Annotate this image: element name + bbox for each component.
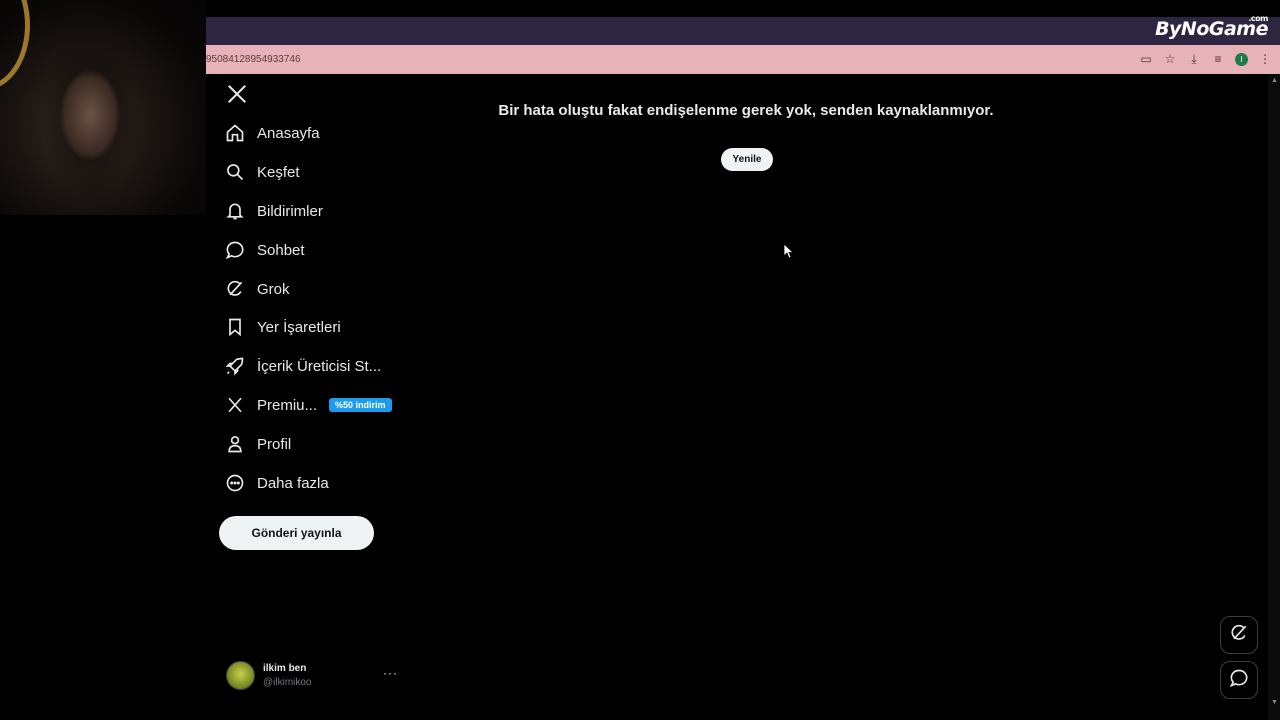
sidebar-item-label: Anasayfa [257, 124, 320, 142]
chat-bubble-icon [222, 237, 248, 263]
menu-kebab-icon[interactable]: ⋮ [1258, 51, 1272, 67]
rocket-icon [222, 353, 248, 379]
profile-icon[interactable]: I [1235, 52, 1248, 66]
sidebar-item-notifications[interactable]: Bildirimler [222, 192, 323, 230]
sidebar-item-label: İçerik Üreticisi St... [257, 357, 382, 375]
x-logo-icon [222, 392, 248, 418]
sidebar-item-label: Grok [257, 280, 290, 298]
sidebar-item-label: Keşfet [257, 163, 300, 181]
error-message: Bir hata oluştu fakat endişelenme gerek … [498, 102, 994, 119]
sidebar-item-label: Bildirimler [257, 202, 323, 220]
sidebar-item-home[interactable]: Anasayfa [222, 114, 320, 152]
chat-floating-button[interactable] [1220, 661, 1258, 699]
browser-address-bar[interactable]: 95084128954933746 ▭ ☆ ⤓ ≡ I ⋮ [206, 45, 1280, 74]
sidebar-item-more[interactable]: Daha fazla [222, 464, 329, 502]
media-control-icon[interactable]: ≡ [1211, 51, 1225, 67]
person-icon [222, 431, 248, 457]
scroll-down-icon[interactable]: ▼ [1271, 699, 1278, 706]
url-text[interactable]: 95084128954933746 [206, 54, 301, 65]
chat-bubble-icon [1229, 668, 1249, 693]
more-dots-icon[interactable]: ··· [383, 666, 398, 680]
download-icon[interactable]: ⤓ [1187, 51, 1201, 67]
install-app-icon[interactable]: ▭ [1139, 51, 1153, 67]
sidebar-item-explore[interactable]: Keşfet [222, 153, 300, 191]
star-icon[interactable]: ☆ [1163, 51, 1177, 67]
sidebar-item-label: Profil [257, 435, 292, 453]
sidebar: Anasayfa Keşfet Bildirimler Sohbet Grok … [214, 75, 484, 720]
search-icon [222, 159, 248, 185]
sidebar-item-premium[interactable]: Premiu... %50 indirim [222, 386, 392, 424]
sidebar-item-grok[interactable]: Grok [222, 270, 290, 308]
discount-badge: %50 indirim [329, 398, 392, 412]
sidebar-item-label: Yer İşaretleri [257, 318, 341, 336]
sidebar-item-profile[interactable]: Profil [222, 425, 291, 463]
scroll-up-icon[interactable]: ▲ [1271, 77, 1278, 84]
bell-icon [222, 198, 248, 224]
grok-floating-button[interactable] [1220, 616, 1258, 654]
sidebar-item-label: Sohbet [257, 241, 305, 259]
home-icon [222, 120, 248, 146]
sidebar-item-label: Daha fazla [257, 474, 329, 492]
mouse-cursor-icon [783, 243, 795, 264]
avatar [226, 660, 255, 690]
streamer-face [60, 70, 120, 160]
account-name: ilkim ben [263, 662, 307, 674]
post-button[interactable]: Gönderi yayınla [219, 516, 374, 550]
webcam-overlay [0, 0, 206, 215]
x-logo-icon[interactable] [226, 83, 248, 105]
sidebar-item-chat[interactable]: Sohbet [222, 231, 305, 269]
account-handle: @ilkimikoo [263, 676, 312, 688]
account-switcher[interactable]: ilkim ben @ilkimikoo ··· [226, 660, 397, 690]
sidebar-item-bookmarks[interactable]: Yer İşaretleri [222, 308, 341, 346]
browser-tab-strip [206, 17, 1280, 45]
page-scrollbar[interactable]: ▲ ▼ [1268, 75, 1280, 720]
more-circle-icon [222, 470, 248, 496]
sidebar-item-creator-studio[interactable]: İçerik Üreticisi St... [222, 347, 381, 385]
ring-light [0, 0, 30, 90]
grok-icon [1229, 623, 1249, 648]
bookmark-icon [222, 314, 248, 340]
sidebar-item-label: Premiu... [257, 396, 318, 414]
grok-icon [222, 276, 248, 302]
retry-button[interactable]: Yenile [721, 148, 773, 171]
brand-watermark: ByNoGame .com [1155, 14, 1268, 40]
